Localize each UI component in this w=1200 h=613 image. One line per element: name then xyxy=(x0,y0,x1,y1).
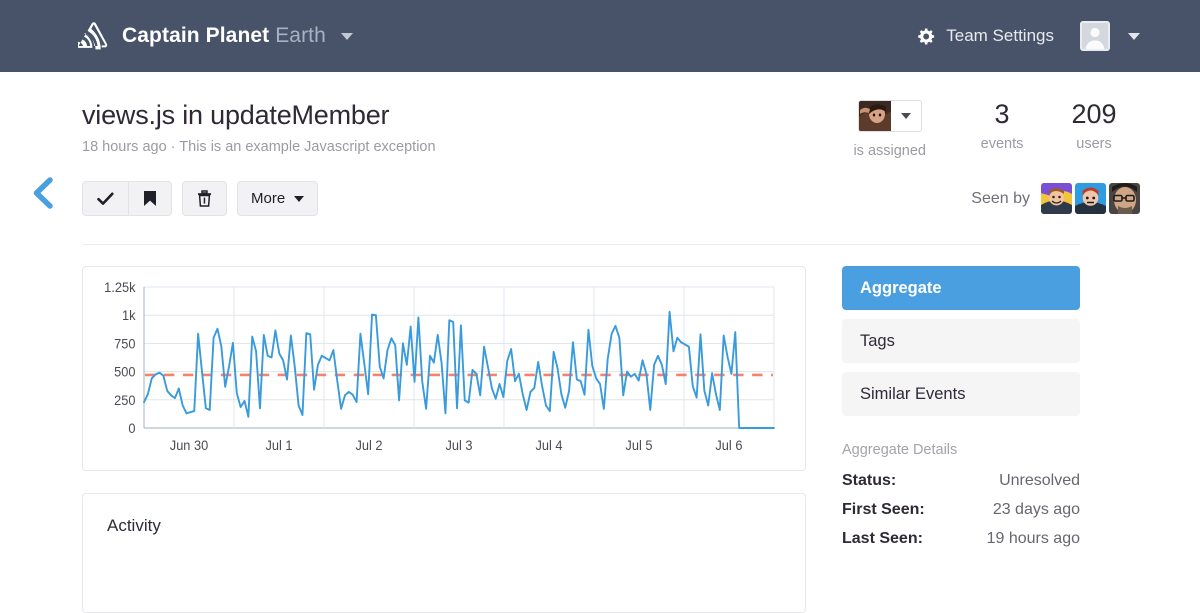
more-button[interactable]: More xyxy=(237,181,319,216)
x-axis-tick-label: Jul 3 xyxy=(445,438,472,453)
seen-by-avatars xyxy=(1041,183,1140,214)
events-chart: 0 250 500 750 1k 1.25k Jun 30 Jul 1 Jul 2 Jul 3 Ju… xyxy=(104,280,775,453)
sidebar-item-label: Tags xyxy=(860,331,895,350)
y-axis-tick-label: 1.25k xyxy=(104,280,136,295)
avatar[interactable] xyxy=(1109,183,1140,214)
primary-action-group xyxy=(82,181,172,216)
nav-right-group: Team Settings xyxy=(917,21,1140,51)
content-left-column: 0 250 500 750 1k 1.25k Jun 30 Jul 1 Jul 2 Jul 3 Ju… xyxy=(82,266,806,613)
stat-events-value: 3 xyxy=(994,99,1010,129)
assignee-dropdown[interactable] xyxy=(857,100,922,132)
brand-name: Captain Planet xyxy=(122,24,270,47)
detail-key-first-seen: First Seen: xyxy=(842,501,925,518)
avatar[interactable] xyxy=(1075,183,1106,214)
sidebar: Aggregate Tags Similar Events Aggregate … xyxy=(842,266,1080,559)
brand-title: Captain Planet Earth xyxy=(122,24,353,48)
chevron-down-icon xyxy=(294,195,305,202)
chevron-down-icon[interactable] xyxy=(891,101,921,131)
sidebar-item-similar-events[interactable]: Similar Events xyxy=(842,372,1080,416)
top-navigation-bar: Captain Planet Earth Team Settings xyxy=(0,0,1200,72)
detail-value-status: Unresolved xyxy=(999,472,1080,489)
chevron-down-icon[interactable] xyxy=(1128,32,1140,40)
seen-by-group: Seen by xyxy=(971,183,1140,214)
stat-events: 3 events xyxy=(956,99,1048,152)
group-header: views.js in updateMember 18 hours ago · … xyxy=(0,72,1140,159)
detail-row: Status: Unresolved xyxy=(842,472,1080,490)
activity-title: Activity xyxy=(107,516,161,535)
user-avatar-icon xyxy=(1080,21,1110,51)
user-menu[interactable] xyxy=(1080,21,1140,51)
chart-series-line xyxy=(143,310,775,429)
sidebar-item-aggregate[interactable]: Aggregate xyxy=(842,266,1080,310)
detail-row: Last Seen: 19 hours ago xyxy=(842,530,1080,548)
bookmark-button[interactable] xyxy=(129,181,172,216)
y-axis-tick-label: 0 xyxy=(128,421,135,436)
events-chart-card: 0 250 500 750 1k 1.25k Jun 30 Jul 1 Jul 2 Jul 3 Ju… xyxy=(82,266,806,471)
stat-users-value: 209 xyxy=(1071,99,1117,129)
y-axis-tick-label: 250 xyxy=(114,392,135,407)
more-button-label: More xyxy=(251,190,286,207)
bookmark-icon xyxy=(143,190,157,207)
x-axis-tick-label: Jun 30 xyxy=(170,438,208,453)
x-axis-tick-label: Jul 5 xyxy=(625,438,652,453)
stat-users: 209 users xyxy=(1048,99,1140,152)
y-axis-tick-label: 750 xyxy=(114,336,135,351)
activity-card: Activity xyxy=(82,493,806,613)
sentry-logo-icon xyxy=(78,21,110,51)
aggregate-details-title: Aggregate Details xyxy=(842,442,958,458)
page-title: views.js in updateMember xyxy=(82,100,390,130)
y-axis-tick-label: 500 xyxy=(114,364,135,379)
detail-value-last-seen: 19 hours ago xyxy=(986,530,1080,547)
chevron-left-icon[interactable] xyxy=(28,176,58,210)
y-axis-tick-label: 1k xyxy=(122,308,136,323)
resolve-button[interactable] xyxy=(82,181,129,216)
detail-value-first-seen: 23 days ago xyxy=(992,501,1080,518)
page-body: views.js in updateMember 18 hours ago · … xyxy=(0,72,1200,613)
brand-area[interactable]: Captain Planet Earth xyxy=(78,21,353,51)
x-axis-tick-label: Jul 1 xyxy=(265,438,292,453)
delete-button[interactable] xyxy=(182,181,227,216)
sidebar-item-tags[interactable]: Tags xyxy=(842,319,1080,363)
gear-icon xyxy=(917,27,936,46)
check-icon xyxy=(97,192,114,206)
sidebar-item-label: Similar Events xyxy=(860,384,966,403)
trash-icon xyxy=(197,190,212,207)
assignee-label: is assigned xyxy=(853,143,926,159)
main-content: 0 250 500 750 1k 1.25k Jun 30 Jul 1 Jul 2 Jul 3 Ju… xyxy=(0,245,1140,613)
group-header-stats: is assigned 3 events 209 users xyxy=(853,99,1140,159)
actions-row: More Seen by xyxy=(0,159,1140,216)
org-name: Earth xyxy=(275,24,326,47)
stat-events-label: events xyxy=(980,135,1024,152)
group-header-left: views.js in updateMember 18 hours ago · … xyxy=(82,100,436,155)
x-axis-tick-label: Jul 6 xyxy=(715,438,742,453)
team-settings-link[interactable]: Team Settings xyxy=(917,26,1054,46)
assignee-avatar-icon xyxy=(858,101,891,131)
page-subtitle: 18 hours ago · This is an example Javasc… xyxy=(82,139,436,156)
detail-key-status: Status: xyxy=(842,472,897,489)
x-axis-tick-label: Jul 4 xyxy=(535,438,562,453)
stat-users-label: users xyxy=(1076,135,1112,152)
team-settings-label: Team Settings xyxy=(946,26,1054,45)
seen-by-label: Seen by xyxy=(971,189,1030,207)
chevron-down-icon[interactable] xyxy=(340,32,353,40)
avatar[interactable] xyxy=(1041,183,1072,214)
assignee-control[interactable]: is assigned xyxy=(853,100,926,159)
x-axis-tick-label: Jul 2 xyxy=(355,438,382,453)
sidebar-item-label: Aggregate xyxy=(860,278,942,297)
detail-row: First Seen: 23 days ago xyxy=(842,501,1080,519)
detail-key-last-seen: Last Seen: xyxy=(842,530,923,547)
